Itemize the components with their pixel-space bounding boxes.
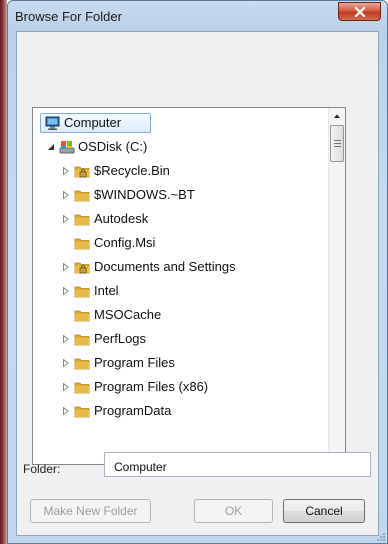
tree-item-label: Config.Msi — [94, 235, 156, 250]
folder-icon — [74, 214, 90, 226]
expanded-arrow-icon — [48, 144, 54, 150]
folder-icon — [74, 286, 90, 298]
folder-icon — [74, 190, 90, 202]
tree-item-folder[interactable]: $WINDOWS.~BT — [33, 184, 330, 206]
tree-item-folder[interactable]: $Recycle.Bin — [33, 160, 330, 182]
folder-icon — [74, 334, 90, 346]
collapsed-arrow-icon[interactable] — [62, 383, 70, 391]
background-window-edge — [0, 0, 7, 544]
ok-button[interactable]: OK — [194, 499, 273, 523]
tree-item-folder[interactable]: Autodesk — [33, 208, 330, 230]
tree-item-folder[interactable]: MSOCache — [33, 304, 330, 326]
tree-item-folder[interactable]: Program Files — [33, 352, 330, 374]
locked-folder-icon — [74, 262, 90, 274]
folder-icon — [74, 406, 90, 418]
tree-item-label: Program Files — [94, 355, 175, 370]
collapsed-arrow-icon[interactable] — [62, 359, 70, 367]
close-button[interactable] — [338, 2, 381, 21]
window-title: Browse For Folder — [15, 9, 122, 24]
tree-item-label: Computer — [64, 115, 122, 130]
folder-tree-view[interactable]: Computer OSDisk (C:) $Recycle.Bin $WINDOW… — [32, 107, 346, 465]
collapsed-arrow-icon[interactable] — [62, 407, 70, 415]
tree-item-folder[interactable]: PerfLogs — [33, 328, 330, 350]
scroll-up-arrow-icon[interactable] — [329, 108, 345, 125]
tree-item-label: Documents and Settings — [94, 259, 236, 274]
tree-item-osdisk[interactable]: OSDisk (C:) — [33, 136, 330, 158]
collapsed-arrow-icon[interactable] — [62, 335, 70, 343]
resize-grip-icon[interactable] — [376, 532, 386, 542]
folder-icon — [74, 382, 90, 394]
tree-item-label: Intel — [94, 283, 119, 298]
collapsed-arrow-icon[interactable] — [62, 215, 70, 223]
folder-name-input[interactable] — [104, 452, 371, 477]
scroll-thumb[interactable] — [330, 125, 344, 162]
locked-folder-icon — [74, 166, 90, 178]
tree-item-label: OSDisk (C:) — [78, 139, 148, 154]
tree-item-label: Program Files (x86) — [94, 379, 209, 394]
title-bar[interactable]: Browse For Folder — [8, 1, 387, 31]
tree-item-label: Autodesk — [94, 211, 149, 226]
tree-item-folder[interactable]: Config.Msi — [33, 232, 330, 254]
cancel-button[interactable]: Cancel — [283, 499, 365, 523]
tree-item-folder[interactable]: Program Files (x86) — [33, 376, 330, 398]
tree-item-folder[interactable]: ProgramData — [33, 400, 330, 422]
collapsed-arrow-icon[interactable] — [62, 263, 70, 271]
collapsed-arrow-icon[interactable] — [62, 287, 70, 295]
folder-icon — [74, 310, 90, 322]
tree-item-label: $WINDOWS.~BT — [94, 187, 195, 202]
folder-icon — [74, 238, 90, 250]
folder-field-label: Folder: — [23, 462, 61, 476]
close-icon — [354, 7, 366, 17]
tree-item-label: ProgramData — [94, 403, 172, 418]
collapsed-arrow-icon[interactable] — [62, 167, 70, 175]
folder-icon — [74, 358, 90, 370]
tree-item-label: $Recycle.Bin — [94, 163, 170, 178]
make-new-folder-button[interactable]: Make New Folder — [30, 499, 151, 523]
tree-item-computer[interactable]: Computer — [33, 112, 330, 134]
tree-item-label: MSOCache — [94, 307, 162, 322]
tree-scrollbar[interactable] — [328, 108, 345, 464]
tree-item-folder[interactable]: Intel — [33, 280, 330, 302]
tree-item-label: PerfLogs — [94, 331, 147, 346]
computer-icon — [45, 116, 60, 130]
drive-icon — [59, 141, 75, 154]
tree-item-folder[interactable]: Documents and Settings — [33, 256, 330, 278]
collapsed-arrow-icon[interactable] — [62, 191, 70, 199]
